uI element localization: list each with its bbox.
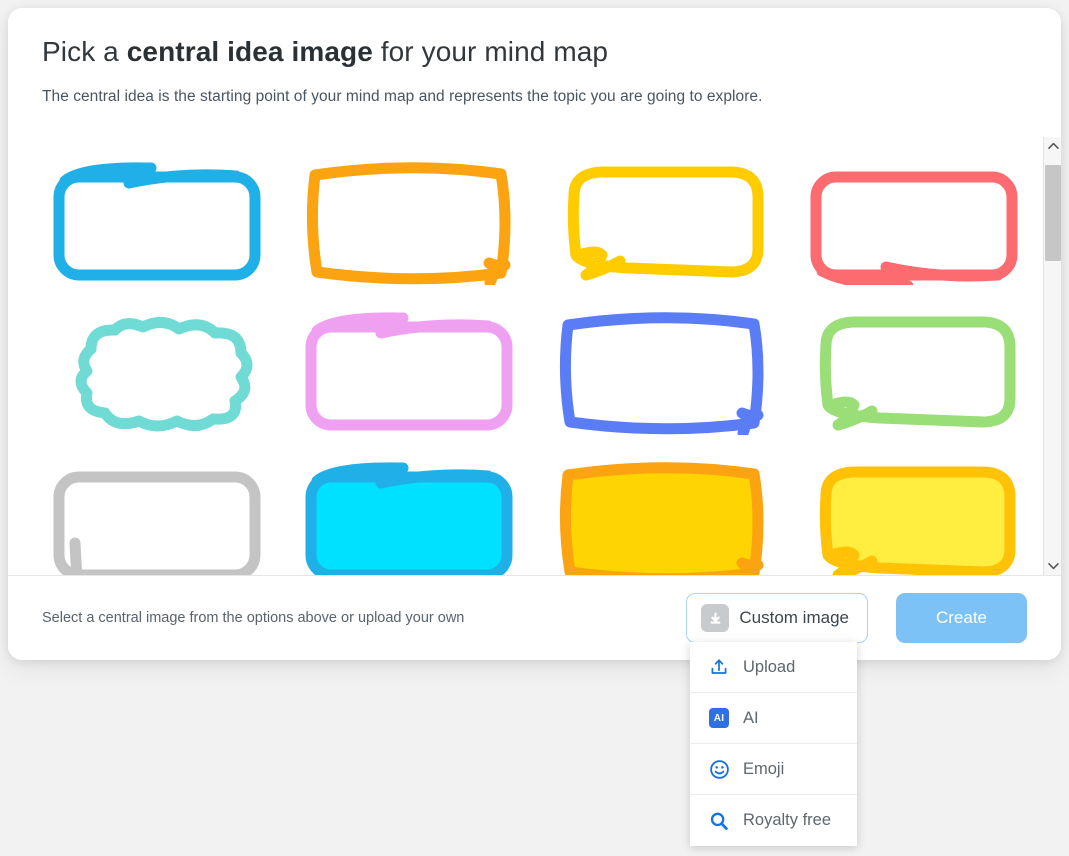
modal-footer: Select a central image from the options … (8, 575, 1061, 660)
shape-option-speech-bubble-filled[interactable] (799, 445, 1035, 575)
rounded-rect-overlap-top (53, 162, 261, 281)
shape-option-rounded-rect-overlap-top[interactable] (42, 145, 278, 295)
rounded-rect (53, 471, 261, 575)
dropdown-item-label: Upload (743, 657, 796, 676)
scrollbar-track[interactable] (1044, 155, 1061, 557)
sketch-rect (559, 312, 764, 435)
speech-bubble (819, 316, 1016, 431)
rounded-rect-filled (305, 462, 513, 575)
cloud (75, 317, 253, 432)
rounded-rect-overlap-bottom (810, 171, 1018, 285)
dropdown-item-upload[interactable]: Upload (690, 642, 857, 693)
scroll-down-button[interactable] (1044, 557, 1061, 575)
ai-badge-icon: AI (708, 707, 730, 729)
shape-grid-row (8, 445, 1043, 575)
dropdown-item-ai[interactable]: AI AI (690, 693, 857, 744)
speech-bubble-filled (819, 466, 1016, 575)
shape-grid-scroll-area[interactable] (8, 137, 1061, 575)
footer-hint-text: Select a central image from the options … (42, 610, 465, 626)
upload-icon (711, 659, 727, 674)
dropdown-item-label: Emoji (743, 759, 785, 778)
scroll-up-button[interactable] (1044, 137, 1061, 155)
shape-option-speech-bubble[interactable] (799, 295, 1035, 445)
chevron-up-icon (1047, 142, 1059, 149)
scrollbar-thumb[interactable] (1045, 165, 1061, 261)
title-suffix: for your mind map (372, 36, 609, 67)
shape-option-sketch-rect[interactable] (547, 295, 783, 445)
download-icon (701, 604, 730, 632)
upload-icon (708, 656, 730, 678)
smiley-icon (709, 759, 729, 779)
shape-grid-row (8, 295, 1043, 445)
footer-actions: Custom image Create (686, 593, 1027, 643)
dropdown-item-emoji[interactable]: Emoji (690, 744, 857, 795)
shape-option-rounded-rect-filled[interactable] (294, 445, 530, 575)
custom-image-button[interactable]: Custom image (686, 593, 868, 643)
shape-option-rounded-rect-overlap-bottom[interactable] (799, 145, 1035, 295)
sketch-rect-filled (559, 462, 764, 575)
sketch-rect (307, 162, 511, 285)
vertical-scrollbar[interactable] (1043, 137, 1061, 575)
ai-badge-icon: AI (709, 708, 729, 728)
search-icon (710, 812, 728, 830)
title-prefix: Pick a (42, 36, 127, 67)
modal-subtitle: The central idea is the starting point o… (42, 88, 763, 105)
create-button[interactable]: Create (896, 593, 1027, 643)
custom-image-dropdown-menu: Upload AI AI Emoji Royalty free (690, 642, 857, 846)
dropdown-item-label: AI (743, 708, 759, 727)
shape-option-cloud[interactable] (42, 295, 278, 445)
custom-image-label: Custom image (739, 608, 849, 627)
modal-header: Pick a central idea image for your mind … (8, 8, 1061, 106)
shape-option-rounded-rect[interactable] (42, 445, 278, 575)
shape-option-sketch-rect[interactable] (294, 145, 530, 295)
chevron-down-icon (1047, 563, 1059, 570)
shape-grid-row (8, 145, 1043, 295)
title-emphasis: central idea image (126, 36, 373, 67)
search-icon (708, 810, 730, 832)
central-idea-modal: Pick a central idea image for your mind … (8, 8, 1061, 660)
shape-option-rounded-rect-overlap-top[interactable] (294, 295, 530, 445)
rounded-rect-overlap-top (305, 312, 513, 431)
shape-grid (8, 137, 1043, 575)
shape-option-sketch-rect-filled[interactable] (547, 445, 783, 575)
shape-option-speech-bubble[interactable] (547, 145, 783, 295)
dropdown-item-label: Royalty free (743, 811, 832, 829)
dropdown-item-royalty-free[interactable]: Royalty free (690, 795, 857, 846)
speech-bubble (567, 166, 764, 281)
smiley-icon (708, 758, 730, 780)
page-title: Pick a central idea image for your mind … (42, 36, 1027, 68)
image-picker-screen: Pick a central idea image for your mind … (0, 0, 1069, 856)
